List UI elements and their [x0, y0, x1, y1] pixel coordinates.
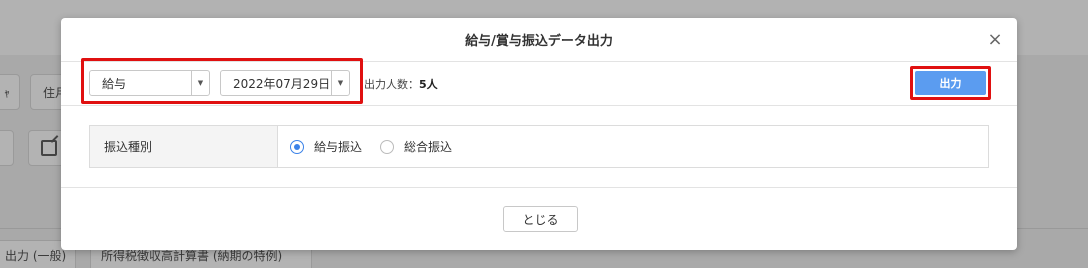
output-count: 出力人数：5人 — [364, 76, 438, 92]
payment-type-select[interactable]: 給与 ▼ — [89, 70, 210, 96]
output-dialog: 給与/賞与振込データ出力 × 給与 ▼ 2022年07月29日 ▼ 出力人数：5… — [61, 18, 1017, 250]
chevron-down-icon: ▼ — [191, 71, 209, 95]
radio-option-general-transfer[interactable]: 総合振込 — [380, 138, 452, 155]
close-icon[interactable]: × — [985, 30, 1005, 50]
radio-button-checked[interactable] — [290, 139, 304, 154]
payment-date-value: 2022年07月29日 — [233, 76, 331, 91]
radio-option-salary-transfer[interactable]: 給与振込 — [290, 138, 362, 155]
transfer-type-row: 振込種別 給与振込 総合振込 — [89, 125, 989, 168]
output-button-highlight: 出力 — [910, 66, 991, 100]
output-count-label: 出力人数： — [364, 78, 419, 91]
output-button[interactable]: 出力 — [915, 71, 986, 95]
dialog-header: 給与/賞与振込データ出力 × — [61, 18, 1017, 62]
background-button — [0, 130, 14, 166]
radio-button[interactable] — [380, 139, 395, 154]
chevron-down-icon: ▼ — [331, 71, 349, 95]
radio-label: 給与振込 — [314, 140, 363, 154]
external-link-icon — [41, 140, 57, 156]
background-button-label: ｬ — [3, 85, 10, 100]
payment-type-value: 給与 — [102, 76, 127, 91]
transfer-type-options: 給与振込 総合振込 — [278, 126, 988, 167]
output-count-value: 5人 — [419, 78, 438, 91]
dialog-title: 給与/賞与振込データ出力 — [465, 34, 613, 49]
transfer-type-label: 振込種別 — [90, 126, 278, 167]
radio-label: 総合振込 — [404, 140, 453, 154]
payment-date-select[interactable]: 2022年07月29日 ▼ — [220, 70, 350, 96]
close-button[interactable]: とじる — [503, 206, 578, 232]
background-button: ｬ — [0, 74, 20, 110]
